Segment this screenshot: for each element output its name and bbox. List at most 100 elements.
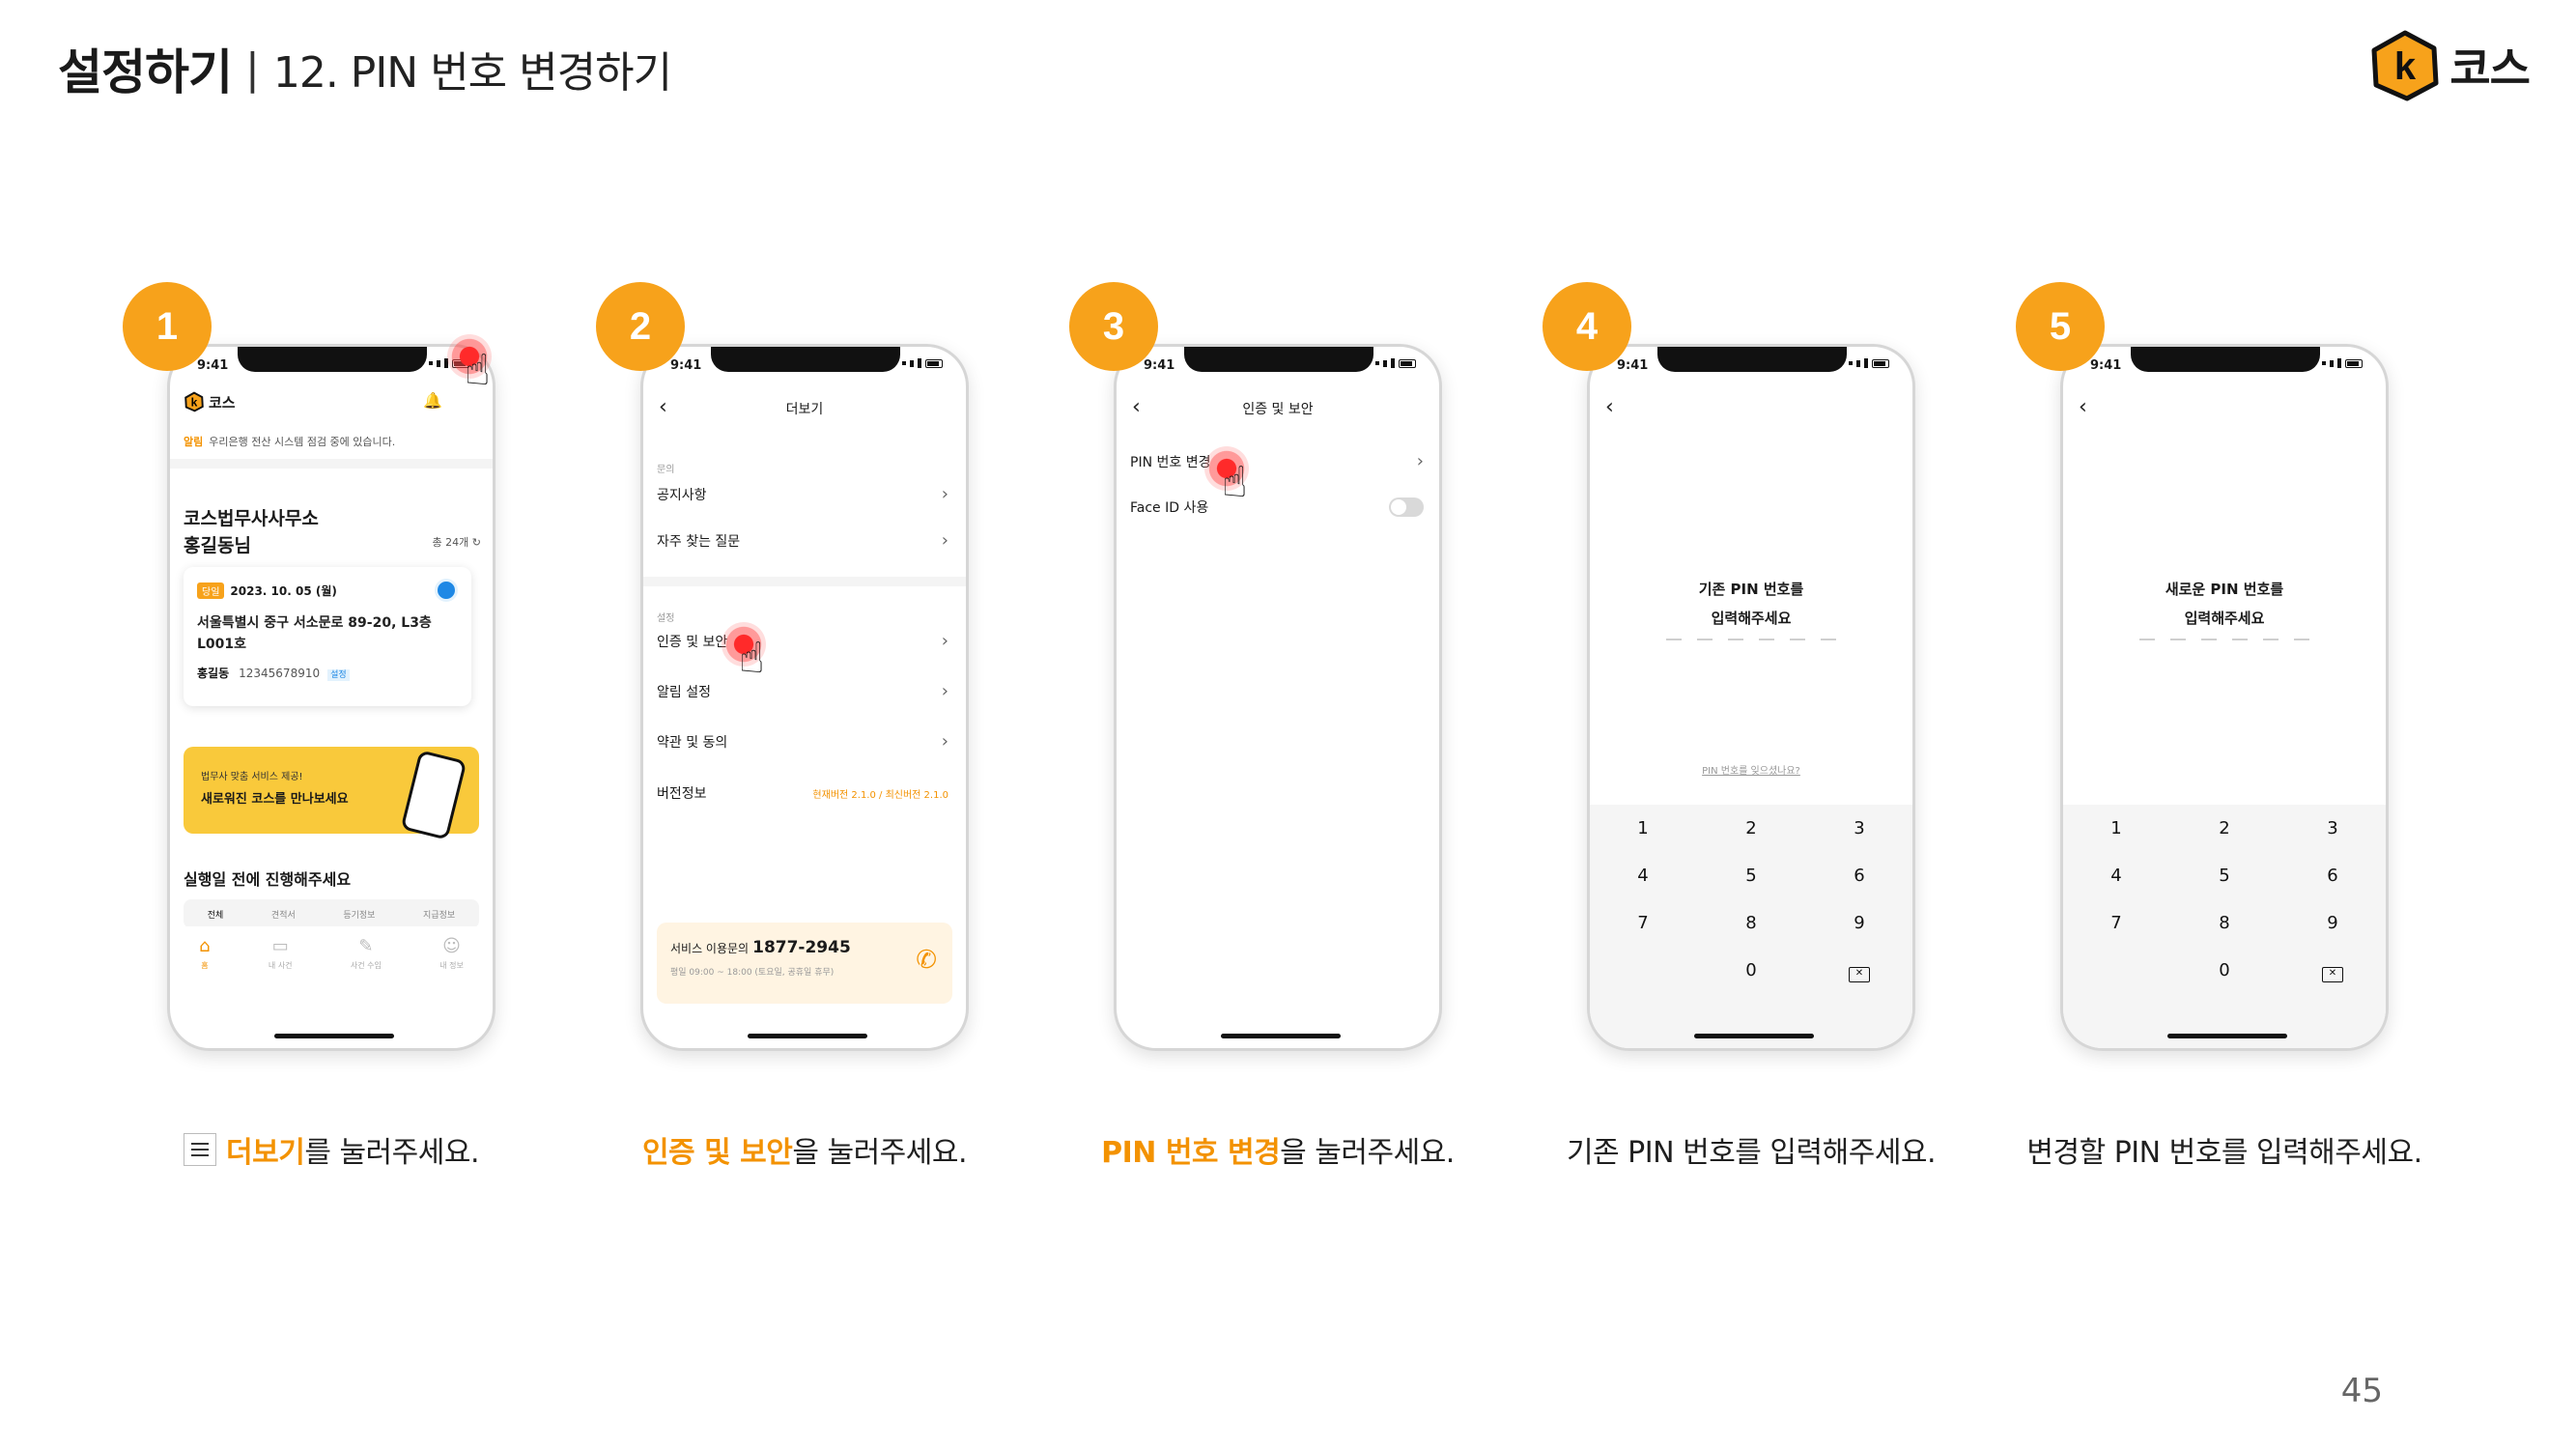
user-name: 홍길동님 bbox=[184, 535, 251, 556]
filter-tab[interactable]: 전체 bbox=[208, 908, 224, 921]
notice-banner[interactable]: 알림 우리은행 전산 시스템 점검 중에 있습니다. bbox=[184, 434, 395, 449]
card-person: 홍길동 12345678910 설정 bbox=[197, 665, 458, 681]
phone-screen-more: 9:41 ‹ 더보기 문의 공지사항 › 자주 찾는 질문 › 설정 인증 및 보안… bbox=[640, 344, 969, 1051]
filter-tab[interactable]: 지급정보 bbox=[423, 908, 455, 921]
caption-text: 을 눌러주세요. bbox=[1280, 1136, 1455, 1170]
caption-text: 기존 PIN 번호를 입력해주세요. bbox=[1566, 1136, 1937, 1170]
call-hours: 평일 09:00 ~ 18:00 (토요일, 공휴일 휴무) bbox=[670, 968, 835, 978]
notice-text: 우리은행 전산 시스템 점검 중에 있습니다. bbox=[209, 436, 396, 448]
pin-prompt: 새로운 PIN 번호를 입력해주세요 bbox=[2165, 581, 2284, 627]
status-time: 9:41 bbox=[2090, 358, 2122, 373]
menu-item-notice[interactable]: 공지사항 › bbox=[657, 484, 948, 504]
phone-icon: ✆ bbox=[916, 946, 937, 975]
key-6[interactable]: 6 bbox=[1806, 866, 1912, 886]
pin-input-dashes bbox=[1590, 639, 1912, 640]
key-7[interactable]: 7 bbox=[1590, 913, 1696, 933]
caption-text: 변경할 PIN 번호를 입력해주세요. bbox=[2026, 1136, 2422, 1170]
case-card[interactable]: 당일 2023. 10. 05 (월) 서울특별시 중구 서소문로 89-20, … bbox=[184, 567, 471, 706]
delete-key[interactable]: ✕ bbox=[1806, 960, 1912, 982]
menu-item-faq[interactable]: 자주 찾는 질문 › bbox=[657, 530, 948, 551]
battery-icon bbox=[2345, 358, 2363, 368]
key-0[interactable]: 0 bbox=[2171, 960, 2278, 980]
home-indicator bbox=[1694, 1034, 1814, 1038]
menu-item-pin-change[interactable]: PIN 번호 변경 › bbox=[1130, 451, 1424, 471]
key-9[interactable]: 9 bbox=[1806, 913, 1912, 933]
back-arrow-icon[interactable]: ‹ bbox=[2079, 395, 2087, 419]
faceid-toggle[interactable] bbox=[1389, 497, 1424, 517]
tab-my-info[interactable]: ☺ 내 정보 bbox=[439, 936, 464, 994]
forgot-pin-link[interactable]: PIN 번호를 잊으셨나요? bbox=[1590, 762, 1912, 777]
key-0[interactable]: 0 bbox=[1698, 960, 1804, 980]
office-greeting: 코스법무사사무소 홍길동님 bbox=[184, 505, 319, 559]
section-title: 실행일 전에 진행해주세요 bbox=[184, 870, 352, 889]
key-8[interactable]: 8 bbox=[1698, 913, 1804, 933]
key-6[interactable]: 6 bbox=[2279, 866, 2386, 886]
phone-screen-new-pin: 9:41 ‹ 새로운 PIN 번호를 입력해주세요 1 2 3 4 5 6 7 8… bbox=[2060, 344, 2389, 1051]
title-separator: | bbox=[245, 43, 260, 94]
office-name: 코스법무사사무소 bbox=[184, 508, 319, 529]
step-badge: 5 bbox=[2016, 282, 2105, 371]
brand-hex-icon: k bbox=[184, 391, 204, 412]
menu-icon bbox=[184, 1133, 216, 1166]
key-3[interactable]: 3 bbox=[1806, 818, 1912, 838]
phone-screen-current-pin: 9:41 ‹ 기존 PIN 번호를 입력해주세요 PIN 번호를 잊으셨나요? 1… bbox=[1587, 344, 1915, 1051]
phone-notch bbox=[1184, 347, 1373, 372]
card-date: 2023. 10. 05 (월) bbox=[230, 584, 337, 598]
battery-icon bbox=[925, 358, 943, 368]
tab-my-cases[interactable]: ▭ 내 사건 bbox=[269, 936, 293, 994]
key-9[interactable]: 9 bbox=[2279, 913, 2386, 933]
battery-icon bbox=[1872, 358, 1889, 368]
brand-hex-icon: k bbox=[2371, 30, 2439, 101]
key-2[interactable]: 2 bbox=[1698, 818, 1804, 838]
chevron-right-icon: › bbox=[1416, 451, 1424, 471]
key-5[interactable]: 5 bbox=[2171, 866, 2278, 886]
notice-tag: 알림 bbox=[184, 436, 204, 448]
tab-home[interactable]: ⌂ 홈 bbox=[199, 936, 210, 994]
filter-tab[interactable]: 등기정보 bbox=[343, 908, 375, 921]
status-time: 9:41 bbox=[1617, 358, 1649, 373]
key-4[interactable]: 4 bbox=[2063, 866, 2169, 886]
service-call-box[interactable]: 서비스 이용문의 1877-2945 평일 09:00 ~ 18:00 (토요일,… bbox=[657, 923, 952, 1004]
menu-item-terms[interactable]: 약관 및 동의 › bbox=[657, 731, 948, 752]
divider bbox=[643, 577, 966, 586]
step-badge: 1 bbox=[123, 282, 212, 371]
call-number: 1877-2945 bbox=[752, 938, 851, 957]
page-number: 45 bbox=[2340, 1372, 2383, 1410]
page-header: 설정하기 | 12. PIN 번호 변경하기 bbox=[58, 35, 672, 102]
menu-item-alarm[interactable]: 알림 설정 › bbox=[657, 681, 948, 701]
nav-title: 인증 및 보안 bbox=[1242, 402, 1314, 417]
backspace-icon: ✕ bbox=[1849, 967, 1870, 982]
category-label: 문의 bbox=[657, 465, 675, 475]
delete-key[interactable]: ✕ bbox=[2279, 960, 2386, 982]
bell-icon[interactable]: 🔔 bbox=[423, 391, 442, 410]
key-5[interactable]: 5 bbox=[1698, 866, 1804, 886]
key-3[interactable]: 3 bbox=[2279, 818, 2386, 838]
key-8[interactable]: 8 bbox=[2171, 913, 2278, 933]
back-arrow-icon[interactable]: ‹ bbox=[1605, 395, 1614, 419]
key-1[interactable]: 1 bbox=[2063, 818, 2169, 838]
bank-logo-icon bbox=[435, 579, 458, 602]
number-keypad: 1 2 3 4 5 6 7 8 9 0 ✕ bbox=[2063, 805, 2386, 1048]
tap-indicator: ☝ bbox=[722, 622, 781, 682]
pointing-hand-icon: ☝ bbox=[465, 346, 491, 395]
tab-case-intake[interactable]: ✎ 사건 수임 bbox=[351, 936, 382, 994]
key-7[interactable]: 7 bbox=[2063, 913, 2169, 933]
menu-item-version: 버전정보 현재버전 2.1.0 / 최신버전 2.1.0 bbox=[657, 786, 948, 802]
key-1[interactable]: 1 bbox=[1590, 818, 1696, 838]
status-icons bbox=[2322, 358, 2363, 368]
home-icon: ⌂ bbox=[199, 936, 211, 956]
key-4[interactable]: 4 bbox=[1590, 866, 1696, 886]
key-2[interactable]: 2 bbox=[2171, 818, 2278, 838]
filter-tab[interactable]: 견적서 bbox=[271, 908, 296, 921]
step-1: 1 9:41 k 코스 🔔 알림 우리은행 전산 시스템 점검 중에 있습니다. … bbox=[123, 282, 495, 1055]
case-total[interactable]: 총 24개 ↻ bbox=[433, 534, 481, 550]
page-subtitle: 12. PIN 번호 변경하기 bbox=[272, 48, 672, 98]
promo-banner[interactable]: 법무사 맞춤 서비스 제공! 새로워진 코스를 만나보세요 bbox=[184, 747, 479, 840]
pin-input-dashes bbox=[2063, 639, 2386, 640]
step-badge: 3 bbox=[1069, 282, 1158, 371]
home-indicator bbox=[748, 1034, 867, 1038]
caption-text: 를 눌러주세요. bbox=[304, 1136, 479, 1170]
person-icon: ☺ bbox=[442, 936, 461, 956]
menu-item-security[interactable]: 인증 및 보안 › bbox=[657, 631, 948, 651]
step-badge: 4 bbox=[1543, 282, 1631, 371]
